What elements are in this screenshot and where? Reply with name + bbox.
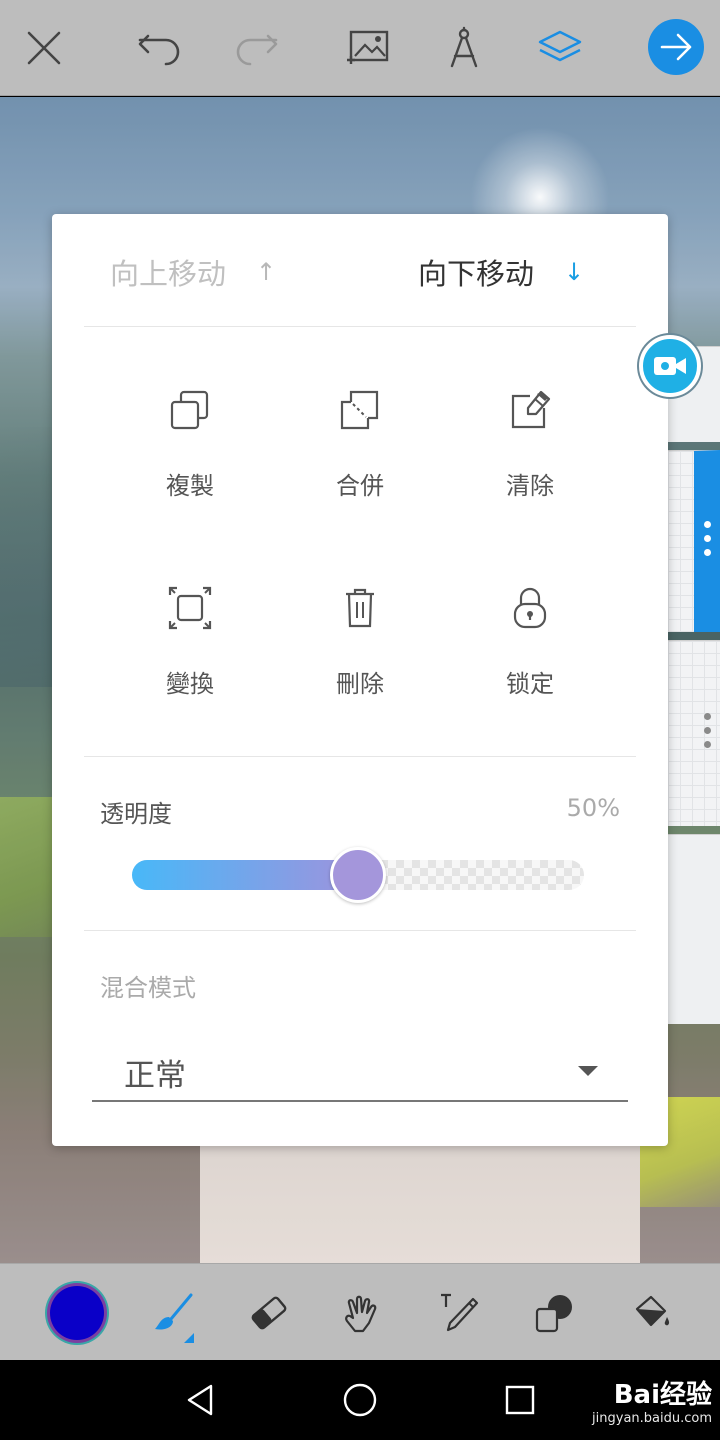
duplicate-icon: [170, 390, 209, 430]
trash-icon: [346, 588, 374, 628]
lock-button[interactable]: 锁定: [450, 578, 610, 738]
shape-tool-button[interactable]: [510, 1264, 600, 1361]
layer-menu-icon[interactable]: [704, 521, 712, 556]
back-triangle-icon: [187, 1384, 213, 1416]
opacity-slider-fill: [132, 860, 358, 890]
clear-button[interactable]: 清除: [450, 380, 610, 540]
system-navigation-bar: Bai经验 jingyan.baidu.com: [0, 1360, 720, 1440]
next-button[interactable]: [648, 19, 704, 75]
add-photo-button[interactable]: [328, 0, 408, 96]
bottom-toolbar: [0, 1263, 720, 1360]
move-down-button[interactable]: 向下移动 ↓: [418, 250, 584, 294]
blend-mode-label: 混合模式: [100, 974, 196, 1002]
delete-button[interactable]: 刪除: [280, 578, 440, 738]
drawing-guide-button[interactable]: [424, 0, 504, 96]
layers-icon: [538, 30, 582, 62]
layer-thumbnail[interactable]: [668, 834, 720, 1024]
close-icon: [27, 31, 61, 65]
redo-button[interactable]: [216, 0, 296, 96]
duplicate-button[interactable]: 複製: [110, 380, 270, 540]
home-circle-icon: [343, 1383, 377, 1417]
recents-square-icon: [505, 1385, 535, 1415]
duplicate-label: 複製: [166, 472, 214, 500]
move-up-button[interactable]: 向上移动 ↑: [110, 250, 276, 294]
color-picker-button[interactable]: [32, 1264, 122, 1361]
blend-mode-dropdown[interactable]: 正常: [92, 1044, 628, 1102]
redo-icon: [236, 34, 278, 66]
screen-record-button[interactable]: [639, 335, 701, 397]
move-down-label: 向下移动: [418, 257, 535, 291]
nav-recents-button[interactable]: [475, 1360, 565, 1440]
blend-mode-value: 正常: [124, 1058, 186, 1094]
drawing-compass-icon: [450, 26, 478, 68]
brush-icon: [155, 1293, 193, 1330]
baidu-jingyan-watermark: Bai经验 jingyan.baidu.com: [592, 1374, 712, 1426]
text-tool-button[interactable]: [414, 1264, 504, 1361]
smudge-icon: [345, 1295, 377, 1332]
move-up-label: 向上移动: [110, 257, 227, 291]
undo-button[interactable]: [120, 0, 200, 96]
clear-eraser-icon: [511, 390, 551, 429]
brush-tool-button[interactable]: [128, 1264, 218, 1361]
arrow-up-icon: ↑: [256, 258, 277, 286]
arrow-down-icon: ↓: [564, 258, 585, 286]
merge-button[interactable]: 合併: [280, 380, 440, 540]
opacity-value: 50%: [566, 794, 620, 822]
merge-label: 合併: [336, 472, 384, 500]
fill-bucket-icon: [635, 1295, 670, 1326]
shape-icon: [535, 1294, 572, 1332]
lock-label: 锁定: [506, 670, 554, 698]
transform-button[interactable]: 變換: [110, 578, 270, 738]
fill-tool-button[interactable]: [606, 1264, 696, 1361]
add-photo-icon: [347, 30, 389, 64]
layer-options-dialog: 向上移动 ↑ 向下移动 ↓ 複製 合併 清除 變換 刪除 锁定 透明度 50%: [52, 214, 668, 1146]
divider: [84, 326, 636, 327]
current-color-swatch: [50, 1285, 104, 1340]
merge-icon: [340, 390, 379, 430]
smudge-tool-button[interactable]: [318, 1264, 408, 1361]
layers-button[interactable]: [520, 0, 600, 96]
top-toolbar: [0, 0, 720, 96]
clear-label: 清除: [506, 472, 554, 500]
layer-thumbnail-selected[interactable]: [668, 450, 720, 632]
layers-panel: [668, 346, 720, 1026]
lock-icon: [513, 587, 547, 629]
divider: [84, 756, 636, 757]
eraser-tool-button[interactable]: [224, 1264, 314, 1361]
text-icon: [441, 1293, 479, 1331]
eraser-icon: [251, 1296, 287, 1329]
watermark-url: jingyan.baidu.com: [592, 1411, 712, 1426]
close-button[interactable]: [4, 0, 84, 96]
layer-thumbnail[interactable]: [668, 640, 720, 826]
nav-home-button[interactable]: [315, 1360, 405, 1440]
transform-label: 變換: [166, 670, 214, 698]
watermark-main: Bai经验: [613, 1380, 712, 1410]
dropdown-caret-icon: [578, 1066, 598, 1076]
video-camera-icon: [654, 357, 686, 375]
opacity-slider-thumb[interactable]: [330, 847, 386, 903]
divider: [84, 930, 636, 931]
opacity-label: 透明度: [100, 800, 172, 828]
nav-back-button[interactable]: [155, 1360, 245, 1440]
layer-menu-icon[interactable]: [704, 713, 712, 748]
undo-icon: [138, 34, 180, 66]
transform-icon: [168, 586, 212, 630]
tool-options-indicator: [184, 1333, 194, 1343]
delete-label: 刪除: [336, 670, 384, 698]
layer-move-row: 向上移动 ↑ 向下移动 ↓: [52, 214, 668, 326]
arrow-right-icon: [660, 33, 692, 61]
